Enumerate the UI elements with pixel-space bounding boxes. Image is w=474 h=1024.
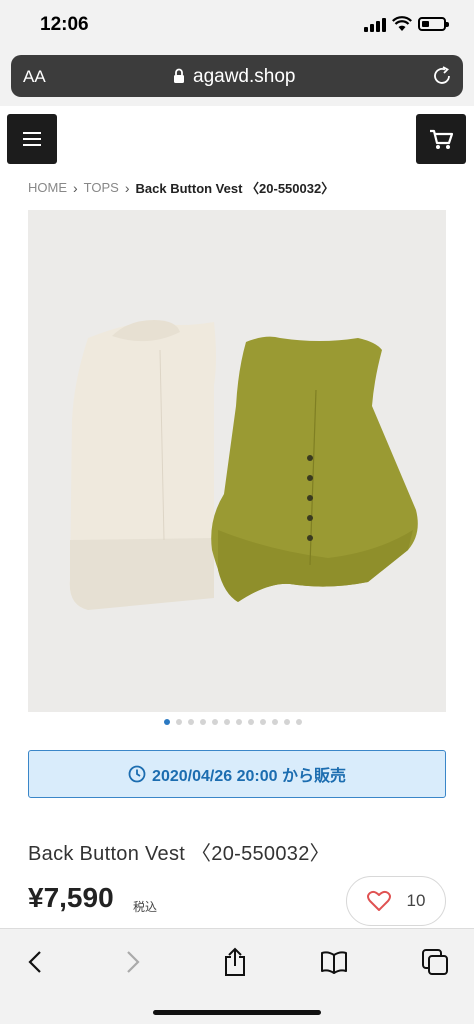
- carousel-dot[interactable]: [296, 719, 302, 725]
- carousel-dot[interactable]: [248, 719, 254, 725]
- forward-icon: [127, 951, 140, 973]
- chevron-right-icon: ›: [124, 179, 130, 196]
- url-text[interactable]: agawd.shop: [193, 66, 295, 88]
- carousel-dot[interactable]: [212, 719, 218, 725]
- cream-vest-image: [69, 320, 217, 610]
- forward-button[interactable]: [118, 947, 148, 977]
- carousel-dot[interactable]: [176, 719, 182, 725]
- address-bar[interactable]: AA agawd.shop: [11, 55, 463, 97]
- cart-button[interactable]: [416, 114, 466, 164]
- signal-icon: [364, 18, 386, 32]
- breadcrumb-category[interactable]: TOPS: [84, 180, 119, 195]
- bookmarks-icon: [321, 951, 347, 974]
- back-icon: [28, 951, 41, 973]
- bookmarks-button[interactable]: [319, 947, 349, 977]
- chevron-right-icon: ›: [73, 179, 78, 196]
- breadcrumb: HOME › TOPS › Back Button Vest 〈20-55003…: [28, 178, 334, 197]
- share-icon: [225, 947, 245, 976]
- sale-date-text: 2020/04/26 20:00 から販売: [152, 768, 346, 785]
- browser-address-area: AA agawd.shop: [0, 48, 474, 106]
- product-price: ¥7,590: [28, 882, 114, 913]
- carousel-dot[interactable]: [260, 719, 266, 725]
- carousel-dot[interactable]: [164, 719, 170, 725]
- cart-icon: [430, 129, 453, 149]
- breadcrumb-home[interactable]: HOME: [28, 180, 67, 195]
- menu-icon: [23, 132, 41, 134]
- home-indicator: [153, 1010, 321, 1015]
- text-size-button[interactable]: AA: [23, 67, 46, 87]
- share-button[interactable]: [220, 947, 250, 977]
- product-title: Back Button Vest 〈20-550032〉: [28, 843, 330, 865]
- wifi-icon: [392, 16, 412, 31]
- lock-icon: [174, 68, 184, 83]
- carousel-dot[interactable]: [200, 719, 206, 725]
- breadcrumb-current: Back Button Vest 〈20-550032〉: [135, 181, 335, 196]
- browser-toolbar: [0, 928, 474, 1024]
- status-bar: 12:06: [0, 0, 474, 48]
- status-time: 12:06: [40, 14, 89, 35]
- carousel-dot[interactable]: [236, 719, 242, 725]
- carousel-dot[interactable]: [284, 719, 290, 725]
- tabs-button[interactable]: [420, 947, 450, 977]
- carousel-dot[interactable]: [224, 719, 230, 725]
- clock-icon: [128, 765, 146, 783]
- reload-icon[interactable]: [431, 65, 453, 87]
- back-button[interactable]: [20, 947, 50, 977]
- sale-date-banner: 2020/04/26 20:00 から販売: [28, 750, 446, 798]
- carousel-dot[interactable]: [188, 719, 194, 725]
- product-image[interactable]: [28, 210, 446, 712]
- like-button[interactable]: 10: [346, 876, 446, 926]
- like-count: 10: [406, 891, 426, 910]
- tax-label: 税込: [133, 900, 158, 914]
- tabs-icon: [422, 949, 448, 975]
- heart-icon: [366, 890, 391, 911]
- carousel-dots[interactable]: [164, 719, 302, 725]
- menu-button[interactable]: [7, 114, 57, 164]
- battery-icon: [418, 17, 449, 31]
- carousel-dot[interactable]: [272, 719, 278, 725]
